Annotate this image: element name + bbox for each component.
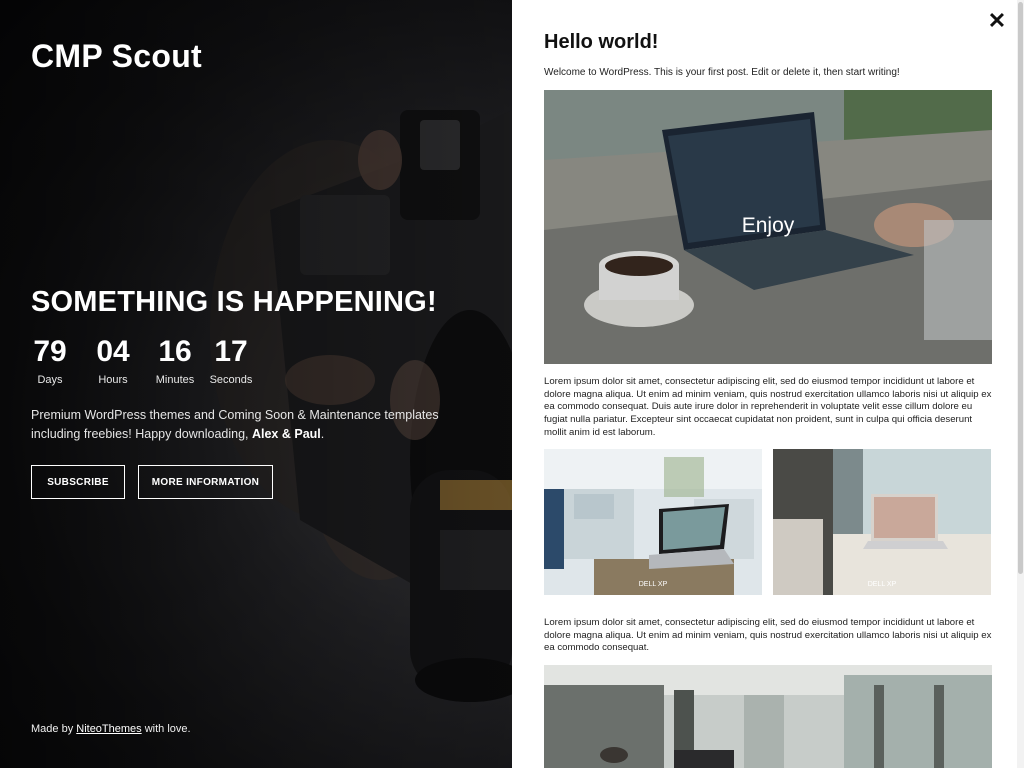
bottom-image bbox=[544, 665, 992, 768]
countdown-seconds: 17 Seconds bbox=[209, 335, 253, 386]
countdown-value: 79 bbox=[33, 335, 67, 368]
site-brand[interactable]: CMP Scout bbox=[31, 38, 202, 75]
countdown-label: Seconds bbox=[209, 374, 253, 386]
featured-image: Enjoy bbox=[544, 90, 992, 364]
countdown-minutes: 16 Minutes bbox=[153, 335, 197, 386]
countdown-label: Minutes bbox=[155, 374, 195, 386]
countdown-days: 79 Days bbox=[31, 335, 69, 386]
footer-suffix: with love. bbox=[141, 723, 191, 735]
hero-description: Premium WordPress themes and Coming Soon… bbox=[31, 406, 461, 444]
countdown-value: 04 bbox=[96, 335, 130, 368]
laptop-window-photo bbox=[773, 449, 991, 595]
countdown-label: Days bbox=[37, 374, 63, 386]
panel-scrollbar-thumb[interactable] bbox=[1018, 2, 1023, 574]
post-intro: Welcome to WordPress. This is your first… bbox=[544, 67, 900, 78]
footer-prefix: Made by bbox=[31, 723, 77, 735]
description-end: . bbox=[320, 427, 325, 441]
laptop-sofa-photo bbox=[544, 449, 762, 595]
gallery-caption: DELL XP bbox=[638, 581, 668, 588]
close-icon[interactable]: ✕ bbox=[986, 10, 1008, 32]
hero-headline: SOMETHING IS HAPPENING! bbox=[31, 286, 437, 318]
more-information-button[interactable]: MORE INFORMATION bbox=[138, 465, 273, 499]
subscribe-button[interactable]: SUBSCRIBE bbox=[31, 465, 125, 499]
post-paragraph: Lorem ipsum dolor sit amet, consectetur … bbox=[544, 617, 992, 654]
office-photo bbox=[544, 665, 992, 768]
countdown-hours: 04 Hours bbox=[91, 335, 135, 386]
description-authors: Alex & Paul bbox=[251, 427, 321, 441]
countdown-value: 16 bbox=[158, 335, 192, 368]
post-title: Hello world! bbox=[544, 31, 659, 53]
countdown-timer: 79 Days 04 Hours 16 Minutes 17 Seconds bbox=[31, 335, 253, 386]
featured-image-caption: Enjoy bbox=[741, 214, 795, 237]
description-text: Premium WordPress themes and Coming Soon… bbox=[31, 408, 439, 441]
post-paragraph: Lorem ipsum dolor sit amet, consectetur … bbox=[544, 376, 992, 438]
footer-credit: Made by NiteoThemes with love. bbox=[31, 723, 191, 735]
countdown-value: 17 bbox=[214, 335, 248, 368]
countdown-label: Hours bbox=[98, 374, 128, 386]
hero-section: CMP Scout SOMETHING IS HAPPENING! 79 Day… bbox=[0, 0, 512, 768]
gallery-image-1[interactable]: DELL XP bbox=[544, 449, 762, 595]
gallery-image-2[interactable]: DELL XP bbox=[773, 449, 991, 595]
gallery-caption: DELL XP bbox=[867, 581, 897, 588]
niteothemes-link[interactable]: NiteoThemes bbox=[76, 723, 141, 735]
